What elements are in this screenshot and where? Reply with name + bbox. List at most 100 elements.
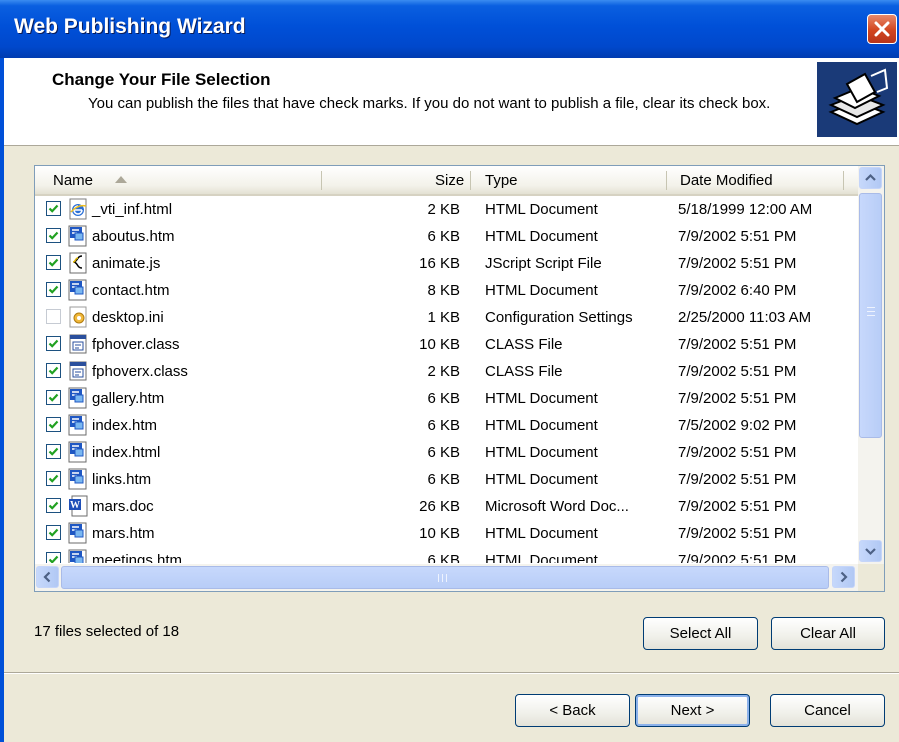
horizontal-scroll-thumb[interactable] — [61, 566, 829, 589]
file-type: HTML Document — [485, 444, 598, 461]
column-header-bar: Name Size Type Date Modified — [35, 166, 858, 196]
file-checkbox[interactable] — [46, 201, 61, 216]
title-bar[interactable]: Web Publishing Wizard — [0, 0, 899, 58]
scroll-up-button[interactable] — [859, 167, 882, 189]
class-file-icon — [67, 333, 89, 355]
script-file-icon — [67, 252, 89, 274]
checkmark-icon — [48, 528, 59, 537]
file-date: 5/18/1999 12:00 AM — [678, 201, 813, 218]
checkmark-icon — [48, 420, 59, 429]
cancel-button[interactable]: Cancel — [770, 694, 885, 727]
file-checkbox[interactable] — [46, 390, 61, 405]
horizontal-scrollbar[interactable] — [35, 564, 858, 591]
scroll-right-button[interactable] — [832, 566, 855, 588]
vertical-scrollbar[interactable] — [858, 166, 884, 564]
html-file-icon — [67, 414, 89, 436]
svg-text:W: W — [70, 500, 80, 511]
clear-all-button[interactable]: Clear All — [771, 617, 885, 650]
file-type: HTML Document — [485, 390, 598, 407]
wizard-header: Change Your File Selection You can publi… — [4, 58, 899, 146]
file-row[interactable]: animate.js 16 KB JScript Script File 7/9/20… — [35, 250, 858, 277]
file-row[interactable]: aboutus.htm 6 KB HTML Document 7/9/2002 5:5… — [35, 223, 858, 250]
file-size: 2 KB — [427, 201, 460, 218]
html-file-icon — [67, 279, 89, 301]
file-checkbox[interactable] — [46, 282, 61, 297]
file-name: index.htm — [92, 417, 158, 434]
file-checkbox[interactable] — [46, 255, 61, 270]
file-row[interactable]: links.htm 6 KB HTML Document 7/9/2002 5:51 … — [35, 466, 858, 493]
file-checkbox[interactable] — [46, 525, 61, 540]
column-header-size[interactable]: Size — [435, 166, 464, 194]
file-row[interactable]: fphover.class 10 KB CLASS File 7/9/2002 5:5… — [35, 331, 858, 358]
file-checkbox[interactable] — [46, 228, 61, 243]
file-type: HTML Document — [485, 471, 598, 488]
file-type: JScript Script File — [485, 255, 602, 272]
chevron-left-icon — [43, 571, 51, 583]
file-type: CLASS File — [485, 336, 563, 353]
file-name: mars.htm — [92, 525, 155, 542]
close-button[interactable] — [867, 14, 897, 44]
file-row[interactable]: mars.htm 10 KB HTML Document 7/9/2002 5:51 … — [35, 520, 858, 547]
scroll-grip — [442, 574, 443, 582]
file-checkbox[interactable] — [46, 552, 61, 563]
ie-html-icon — [67, 198, 89, 220]
file-type: HTML Document — [485, 282, 598, 299]
file-name: _vti_inf.html — [92, 201, 173, 218]
file-checkbox[interactable] — [46, 498, 61, 513]
scroll-down-button[interactable] — [859, 540, 882, 562]
checkmark-icon — [48, 339, 59, 348]
file-row[interactable]: _vti_inf.html 2 KB HTML Document 5/18/1999 … — [35, 196, 858, 223]
checkmark-icon — [48, 366, 59, 375]
file-name: mars.doc — [92, 498, 154, 515]
scroll-grip — [446, 574, 447, 582]
column-header-name[interactable]: Name — [53, 166, 93, 194]
file-row[interactable]: index.html 6 KB HTML Document 7/9/2002 5:51… — [35, 439, 858, 466]
scroll-grip — [867, 307, 875, 308]
file-name: desktop.ini — [92, 309, 164, 326]
file-row[interactable]: index.htm 6 KB HTML Document 7/5/2002 9:02 … — [35, 412, 858, 439]
file-date: 7/9/2002 5:51 PM — [678, 498, 797, 515]
select-all-button[interactable]: Select All — [643, 617, 758, 650]
file-name: aboutus.htm — [92, 228, 175, 245]
file-date: 7/9/2002 5:51 PM — [678, 444, 797, 461]
scroll-grip — [438, 574, 439, 582]
file-row[interactable]: gallery.htm 6 KB HTML Document 7/9/2002 5:5… — [35, 385, 858, 412]
scroll-left-button[interactable] — [36, 566, 59, 588]
column-header-type[interactable]: Type — [485, 166, 518, 194]
column-divider[interactable] — [470, 171, 471, 190]
file-date: 2/25/2000 11:03 AM — [678, 309, 812, 326]
scroll-grip — [867, 315, 875, 316]
file-row[interactable]: contact.htm 8 KB HTML Document 7/9/2002 6:4… — [35, 277, 858, 304]
html-file-icon — [67, 387, 89, 409]
column-divider[interactable] — [843, 171, 844, 190]
file-date: 7/9/2002 6:40 PM — [678, 282, 797, 299]
file-checkbox[interactable] — [46, 309, 61, 324]
next-button[interactable]: Next > — [635, 694, 750, 727]
file-checkbox[interactable] — [46, 444, 61, 459]
checkmark-icon — [48, 204, 59, 213]
file-checkbox[interactable] — [46, 471, 61, 486]
column-header-date[interactable]: Date Modified — [680, 166, 773, 194]
publish-wizard-icon — [817, 62, 897, 137]
vertical-scroll-thumb[interactable] — [859, 193, 882, 438]
file-type: HTML Document — [485, 228, 598, 245]
file-name: contact.htm — [92, 282, 170, 299]
file-row[interactable]: meetings.htm 6 KB HTML Document 7/9/2002 5:… — [35, 547, 858, 563]
column-divider[interactable] — [666, 171, 667, 190]
file-row[interactable]: desktop.ini 1 KB Configuration Settings 2/2… — [35, 304, 858, 331]
file-row[interactable]: fphoverx.class 2 KB CLASS File 7/9/2002 5:5… — [35, 358, 858, 385]
file-checkbox[interactable] — [46, 336, 61, 351]
file-date: 7/9/2002 5:51 PM — [678, 471, 797, 488]
file-checkbox[interactable] — [46, 417, 61, 432]
column-divider[interactable] — [321, 171, 322, 190]
file-name: fphover.class — [92, 336, 180, 353]
file-checkbox[interactable] — [46, 363, 61, 378]
back-button[interactable]: < Back — [515, 694, 630, 727]
file-size: 6 KB — [427, 417, 460, 434]
file-date: 7/9/2002 5:51 PM — [678, 255, 797, 272]
sort-ascending-icon — [115, 176, 127, 183]
file-size: 10 KB — [419, 336, 460, 353]
file-size: 26 KB — [419, 498, 460, 515]
file-row[interactable]: Wmars.doc 26 KB Microsoft Word Doc... 7/9/2… — [35, 493, 858, 520]
file-list[interactable]: Name Size Type Date Modified _vti_inf.ht… — [34, 165, 885, 592]
